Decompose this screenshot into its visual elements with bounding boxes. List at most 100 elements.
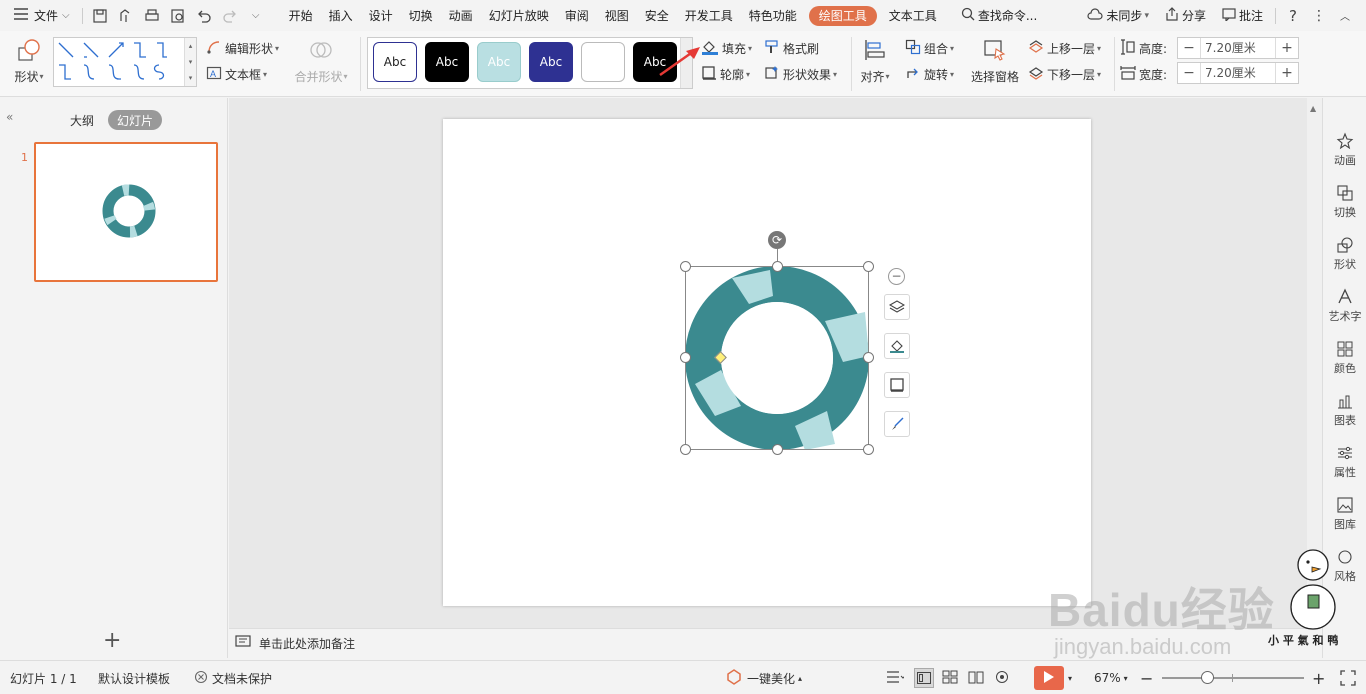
print-preview-icon[interactable] (165, 0, 191, 31)
gallery-scroll[interactable]: ▴ ▾ ▾ (184, 38, 196, 86)
tab-view[interactable]: 视图 (597, 0, 637, 31)
resize-handle-nw[interactable] (680, 261, 691, 272)
resize-handle-se[interactable] (863, 444, 874, 455)
quick-access-more-icon[interactable]: ⌵ (243, 0, 269, 31)
tab-insert[interactable]: 插入 (321, 0, 361, 31)
decrease-width-button[interactable]: − (1178, 63, 1200, 83)
slide-thumbnail[interactable] (34, 142, 218, 282)
layers-icon[interactable] (884, 294, 910, 320)
sync-status[interactable]: 未同步 ▾ (1079, 0, 1157, 31)
style-sample-white[interactable] (581, 42, 625, 82)
line-shapes-gallery[interactable]: ▴ ▾ ▾ (53, 37, 197, 87)
play-slideshow-button[interactable] (1034, 666, 1064, 690)
tab-animations[interactable]: 动画 (441, 0, 481, 31)
tab-text-tools[interactable]: 文本工具 (881, 0, 945, 31)
share-button[interactable]: 分享 (1157, 0, 1214, 31)
style-sample-dark-blue[interactable]: Abc (529, 42, 573, 82)
tab-design[interactable]: 设计 (361, 0, 401, 31)
print-icon[interactable] (139, 0, 165, 31)
rotate-handle[interactable]: ⟳ (768, 231, 786, 249)
pane-chart[interactable]: 图表 (1323, 392, 1366, 428)
height-value[interactable]: 7.20厘米 (1200, 38, 1276, 58)
zoom-slider-thumb[interactable] (1201, 671, 1214, 684)
resize-handle-e[interactable] (863, 352, 874, 363)
tab-slideshow[interactable]: 幻灯片放映 (481, 0, 557, 31)
resize-handle-s[interactable] (772, 444, 783, 455)
tab-outline[interactable]: 大纲 (62, 110, 102, 130)
width-field[interactable]: − 7.20厘米 + (1177, 62, 1299, 84)
quick-format-brush-icon[interactable] (884, 411, 910, 437)
quick-fill-icon[interactable] (884, 333, 910, 359)
play-options-icon[interactable]: ▾ (1068, 661, 1072, 694)
increase-height-button[interactable]: + (1276, 38, 1298, 58)
increase-width-button[interactable]: + (1276, 63, 1298, 83)
slide-sorter-icon[interactable] (942, 670, 958, 687)
presenter-view-icon[interactable] (994, 670, 1010, 687)
collapse-ribbon-icon[interactable]: ︿ (1332, 0, 1358, 31)
tab-drawing-tools[interactable]: 绘图工具 (808, 5, 877, 26)
style-sample-outline[interactable]: Abc (373, 42, 417, 82)
collapse-panel-icon[interactable]: « (6, 110, 13, 124)
decrease-height-button[interactable]: − (1178, 38, 1200, 58)
file-menu[interactable]: 文件 ⌵ (0, 0, 78, 31)
resize-handle-ne[interactable] (863, 261, 874, 272)
pane-color[interactable]: 颜色 (1323, 340, 1366, 376)
slide[interactable]: ⟳ (443, 119, 1091, 606)
zoom-out-button[interactable]: − (1140, 661, 1153, 694)
merge-shape-button[interactable]: 合并形状 ▾ (292, 37, 350, 85)
add-slide-icon[interactable]: + (103, 628, 121, 653)
one-click-beautify[interactable]: 一键美化 ▴ (726, 661, 802, 694)
redo-icon[interactable] (217, 0, 243, 31)
zoom-in-button[interactable]: + (1312, 661, 1325, 694)
shape-effects-button[interactable]: 形状效果 ▾ (764, 65, 837, 84)
rotate-button[interactable]: 旋转 ▾ (905, 65, 954, 84)
comment-button[interactable]: 批注 (1214, 0, 1271, 31)
undo-icon[interactable] (191, 0, 217, 31)
tab-home[interactable]: 开始 (281, 0, 321, 31)
tab-review[interactable]: 审阅 (557, 0, 597, 31)
pane-gallery[interactable]: 图库 (1323, 496, 1366, 532)
more-options-icon[interactable]: ⋮ (1306, 0, 1332, 31)
quick-outline-icon[interactable] (884, 372, 910, 398)
send-backward-button[interactable]: 下移一层 ▾ (1028, 65, 1101, 84)
command-search[interactable]: 查找命令... (953, 0, 1045, 31)
bring-forward-button[interactable]: 上移一层 ▾ (1028, 39, 1101, 58)
document-protection[interactable]: 文档未保护 (194, 661, 272, 694)
shape-button[interactable]: 形状 ▾ (10, 37, 48, 85)
pane-properties[interactable]: 属性 (1323, 444, 1366, 480)
tab-security[interactable]: 安全 (637, 0, 677, 31)
zoom-level[interactable]: 67% ▾ (1094, 661, 1128, 694)
height-field[interactable]: − 7.20厘米 + (1177, 37, 1299, 59)
tab-transitions[interactable]: 切换 (401, 0, 441, 31)
align-button[interactable]: 对齐 ▾ (858, 37, 892, 85)
style-sample-black[interactable]: Abc (425, 42, 469, 82)
text-box-button[interactable]: A 文本框 ▾ (206, 65, 267, 84)
shape-style-gallery[interactable]: Abc Abc Abc Abc Abc (367, 37, 693, 89)
style-sample-light-teal[interactable]: Abc (477, 42, 521, 82)
pane-wordart[interactable]: 艺术字 (1323, 288, 1366, 324)
selection-pane-button[interactable]: 选择窗格 (968, 37, 1022, 85)
format-painter-button[interactable]: 格式刷 (764, 39, 819, 58)
pane-shape[interactable]: 形状 (1323, 236, 1366, 272)
tab-developer[interactable]: 开发工具 (677, 0, 741, 31)
export-icon[interactable] (113, 0, 139, 31)
pane-transition[interactable]: 切换 (1323, 184, 1366, 220)
tab-special-features[interactable]: 特色功能 (741, 0, 805, 31)
save-icon[interactable] (87, 0, 113, 31)
collapse-quick-tools-icon[interactable]: − (888, 268, 905, 285)
width-value[interactable]: 7.20厘米 (1200, 63, 1276, 83)
fill-button[interactable]: 填充 ▾ (701, 39, 752, 58)
group-button[interactable]: 组合 ▾ (905, 39, 954, 58)
scroll-up-icon[interactable]: ▲ (1310, 104, 1316, 113)
pane-animation[interactable]: 动画 (1323, 132, 1366, 168)
edit-shape-button[interactable]: 编辑形状 ▾ (206, 39, 279, 58)
fit-window-icon[interactable] (1340, 661, 1356, 694)
resize-handle-sw[interactable] (680, 444, 691, 455)
outline-button[interactable]: 轮廓 ▾ (701, 65, 750, 84)
zoom-slider[interactable] (1162, 661, 1304, 694)
reading-view-icon[interactable] (968, 670, 984, 687)
tab-slides[interactable]: 幻灯片 (108, 110, 162, 130)
normal-view-icon[interactable] (914, 668, 934, 688)
help-icon[interactable]: ? (1280, 0, 1306, 31)
design-template[interactable]: 默认设计模板 (98, 661, 170, 694)
